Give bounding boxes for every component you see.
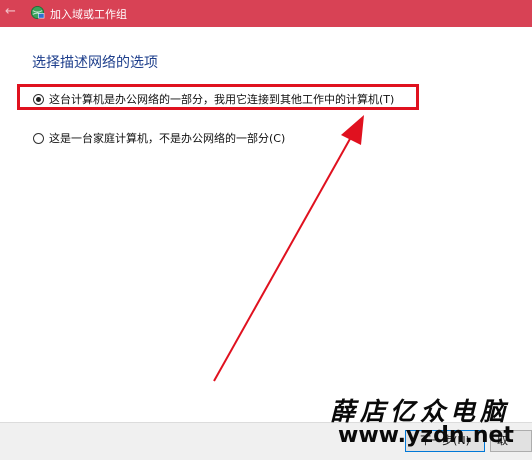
- watermark-url: www.yzdn.net: [338, 423, 514, 448]
- annotation-arrow-icon: [213, 115, 364, 382]
